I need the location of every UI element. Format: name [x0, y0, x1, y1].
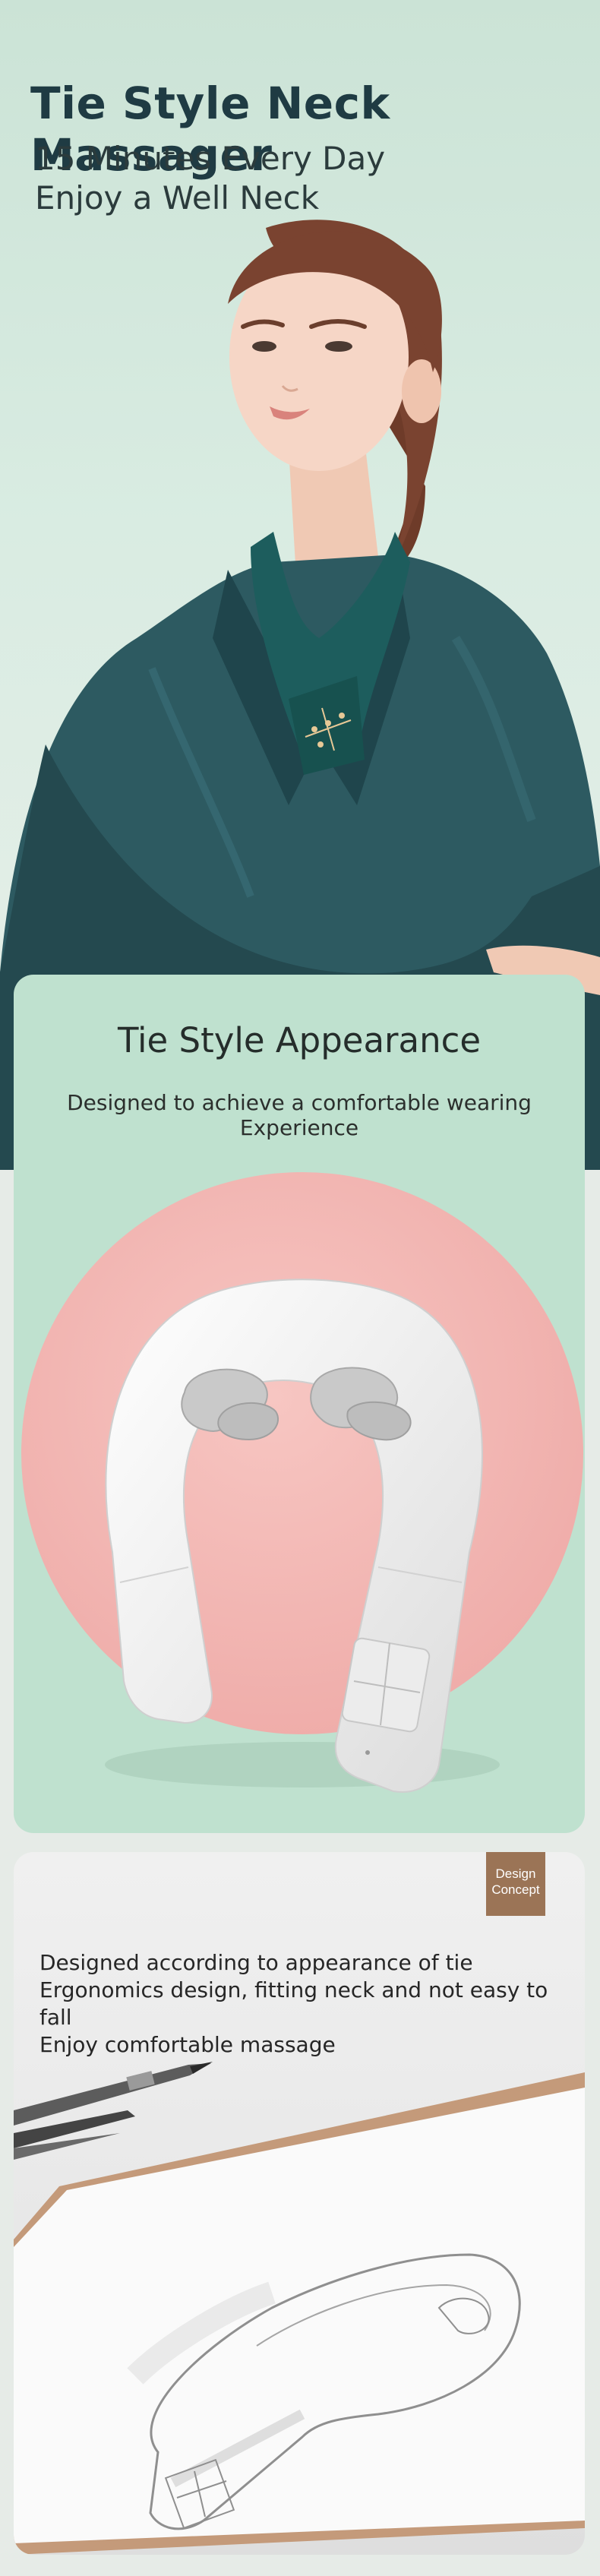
- appearance-title: Tie Style Appearance: [117, 1020, 482, 1060]
- sketch-illustration: [14, 2062, 585, 2555]
- hero-subtitle-line-1: 15 Minutes Every Day: [35, 140, 386, 177]
- product-illustration: [21, 1172, 583, 1793]
- design-description: Designed according to appearance of tie …: [39, 1949, 585, 2059]
- hero-subtitle-line-2: Enjoy a Well Neck: [35, 179, 320, 217]
- design-line: Enjoy comfortable massage: [39, 2032, 336, 2057]
- appearance-card: Tie Style Appearance Designed to achieve…: [14, 975, 585, 1833]
- design-concept-badge: Design Concept: [486, 1852, 545, 1916]
- design-line: Designed according to appearance of tie: [39, 1950, 473, 1975]
- appearance-subtitle: Designed to achieve a comfortable wearin…: [67, 1090, 532, 1140]
- badge-line-2: Concept: [491, 1882, 540, 1897]
- design-line: Ergonomics design, fitting neck and not …: [39, 1977, 548, 2030]
- pink-circle: [21, 1172, 583, 1734]
- design-concept-card: Design Concept Designed according to app…: [14, 1852, 585, 2555]
- badge-line-1: Design: [495, 1866, 536, 1881]
